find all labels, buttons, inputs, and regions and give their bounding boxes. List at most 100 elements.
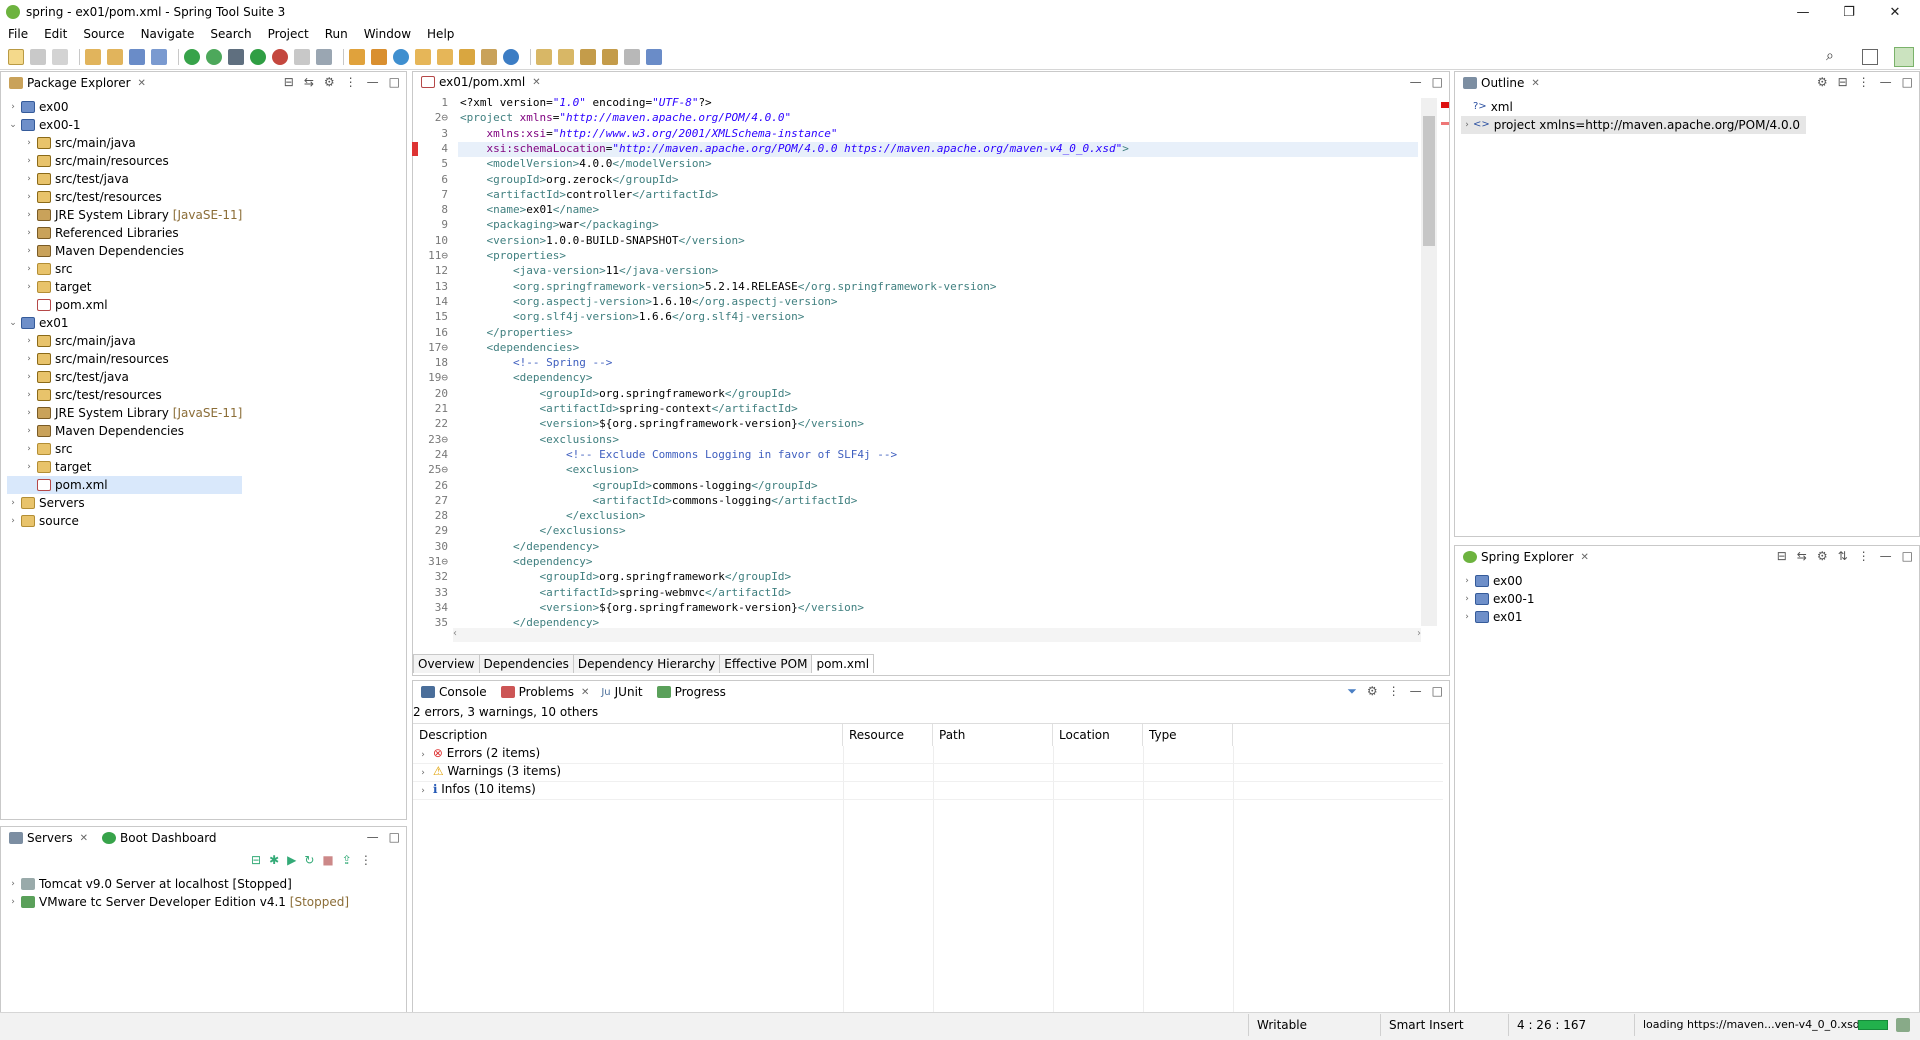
column-type[interactable]: Type — [1143, 724, 1233, 746]
pin-editor-icon[interactable] — [646, 48, 662, 65]
code-area[interactable]: 1 <?xml version="1.0" encoding="UTF-8"?> 2… — [412, 96, 1418, 634]
expand-icon[interactable]: › — [23, 206, 35, 224]
expand-icon[interactable]: › — [23, 260, 35, 278]
expand-icon[interactable]: › — [23, 242, 35, 260]
close-button[interactable]: ✕ — [1872, 0, 1918, 24]
minimize-icon[interactable]: — — [1410, 75, 1422, 89]
publish-icon[interactable]: ⇪ — [342, 853, 352, 867]
expand-icon[interactable]: › — [23, 368, 35, 386]
list-item[interactable]: › Tomcat v9.0 Server at localhost [Stopp… — [7, 875, 349, 893]
code-line[interactable]: <name>ex01</name> — [460, 203, 599, 216]
menu-file[interactable]: File — [0, 27, 36, 41]
tree-node[interactable]: › JRE System Library [JavaSE-11] — [7, 206, 242, 224]
expand-icon[interactable]: › — [23, 170, 35, 188]
collapse-all-icon[interactable]: ⊟ — [1838, 75, 1848, 89]
code-line[interactable]: <groupId>commons-logging</groupId> — [460, 479, 817, 492]
expand-icon[interactable]: › — [417, 786, 429, 796]
open-file-icon[interactable] — [437, 48, 453, 65]
code-line[interactable]: <java-version>11</java-version> — [460, 264, 718, 277]
tab-progress[interactable]: Progress — [649, 681, 732, 703]
maximize-icon[interactable]: □ — [1432, 684, 1443, 699]
expand-icon[interactable]: › — [23, 224, 35, 242]
progress-view-icon[interactable] — [1896, 1018, 1910, 1032]
tab-console[interactable]: Console — [413, 681, 493, 703]
view-menu-icon[interactable]: ⋮ — [345, 75, 357, 89]
code-line[interactable]: </properties> — [460, 326, 572, 339]
maximize-icon[interactable]: □ — [1902, 549, 1913, 563]
expand-icon[interactable]: › — [1461, 590, 1473, 608]
code-line[interactable]: <version>${org.springframework-version}<… — [460, 601, 864, 614]
code-line[interactable]: <groupId>org.springframework</groupId> — [460, 387, 791, 400]
tab-dependency-hierarchy[interactable]: Dependency Hierarchy — [572, 654, 721, 673]
maximize-icon[interactable]: □ — [1432, 75, 1443, 89]
outline-item[interactable]: ?> xml — [1461, 98, 1806, 116]
open-perspective-icon[interactable] — [1862, 49, 1878, 65]
expand-icon[interactable]: › — [23, 440, 35, 458]
code-line[interactable]: <org.springframework-version>5.2.14.RELE… — [460, 280, 996, 293]
code-line[interactable]: <!-- Spring --> — [460, 356, 612, 369]
scrollbar-thumb[interactable] — [1423, 116, 1435, 246]
tree-node[interactable]: ⌄ ex01 — [7, 314, 242, 332]
code-line[interactable]: </dependency> — [460, 616, 599, 629]
tab-boot-dashboard[interactable]: Boot Dashboard — [94, 827, 223, 849]
list-item[interactable]: › ex00 — [1461, 572, 1535, 590]
tab-pom-xml-source[interactable]: pom.xml — [811, 654, 875, 673]
list-item[interactable]: › ex00-1 — [1461, 590, 1534, 608]
filter-icon[interactable]: ⚙ — [324, 75, 335, 89]
code-line[interactable]: <dependency> — [460, 371, 592, 384]
minimize-icon[interactable]: — — [1410, 684, 1422, 699]
expand-icon[interactable]: › — [7, 98, 19, 116]
code-line[interactable]: <artifactId>spring-webmvc</artifactId> — [460, 586, 791, 599]
tree-node[interactable]: › target — [7, 458, 242, 476]
filter-icon[interactable]: ⏷ — [1347, 684, 1357, 699]
filter-icon[interactable]: ⚙ — [1817, 549, 1828, 563]
expand-icon[interactable]: ⌄ — [7, 314, 19, 332]
maximize-icon[interactable]: □ — [389, 830, 400, 844]
tree-node[interactable]: › src/main/resources — [7, 350, 242, 368]
tree-node[interactable]: › src/main/resources — [7, 152, 242, 170]
expand-icon[interactable]: › — [7, 494, 19, 512]
view-menu-icon[interactable]: ⋮ — [1858, 75, 1870, 89]
tab-problems[interactable]: Problems ✕ — [492, 681, 596, 703]
tree-node[interactable]: pom.xml — [7, 296, 242, 314]
debug-icon[interactable] — [228, 48, 244, 65]
menu-project[interactable]: Project — [260, 27, 317, 41]
menu-search[interactable]: Search — [202, 27, 259, 41]
minimize-icon[interactable]: — — [367, 830, 379, 844]
expand-icon[interactable]: › — [23, 278, 35, 296]
expand-icon[interactable]: › — [7, 893, 19, 911]
maximize-icon[interactable]: □ — [389, 75, 400, 89]
expand-icon[interactable]: › — [23, 332, 35, 350]
new-package-icon[interactable] — [371, 48, 387, 65]
tab-junit[interactable]: Ju JUnit — [595, 681, 648, 703]
back-icon[interactable] — [602, 48, 618, 65]
link-editor-icon[interactable]: ⇆ — [1797, 549, 1807, 563]
code-line[interactable]: <artifactId>spring-context</artifactId> — [460, 402, 797, 415]
debug-server-icon[interactable]: ✱ — [269, 853, 279, 867]
column-resource[interactable]: Resource — [843, 724, 933, 746]
code-line[interactable]: xmlns:xsi="http://www.w3.org/2001/XMLSch… — [460, 127, 837, 140]
search-file-icon[interactable] — [481, 48, 497, 65]
settings-icon[interactable]: ⚙ — [1367, 684, 1378, 699]
tree-node[interactable]: › src/main/java — [7, 134, 242, 152]
code-line[interactable]: <groupId>org.springframework</groupId> — [460, 570, 791, 583]
code-line[interactable]: xsi:schemaLocation="http://maven.apache.… — [460, 142, 1128, 155]
start-server-icon[interactable]: ▶ — [287, 853, 296, 867]
deploy-icon[interactable] — [316, 48, 332, 65]
menu-source[interactable]: Source — [75, 27, 132, 41]
minimize-icon[interactable]: — — [367, 75, 379, 89]
stop-server-icon[interactable]: ■ — [322, 853, 333, 867]
spring-boot-icon[interactable] — [184, 48, 200, 65]
collapse-all-icon[interactable]: ⊟ — [284, 75, 294, 89]
code-line[interactable]: <dependencies> — [460, 341, 579, 354]
expand-icon[interactable]: › — [23, 152, 35, 170]
view-menu-icon[interactable]: ⋮ — [1858, 549, 1870, 563]
tree-node[interactable]: › src/test/resources — [7, 386, 242, 404]
open-folder-icon[interactable] — [415, 48, 431, 65]
close-icon[interactable]: ✕ — [138, 78, 146, 89]
column-location[interactable]: Location — [1053, 724, 1143, 746]
code-line[interactable]: <groupId>org.zerock</groupId> — [460, 173, 678, 186]
tree-node[interactable]: › JRE System Library [JavaSE-11] — [7, 404, 242, 422]
tree-node[interactable]: › src — [7, 260, 242, 278]
search-icon[interactable]: ⌕ — [1826, 48, 1834, 64]
